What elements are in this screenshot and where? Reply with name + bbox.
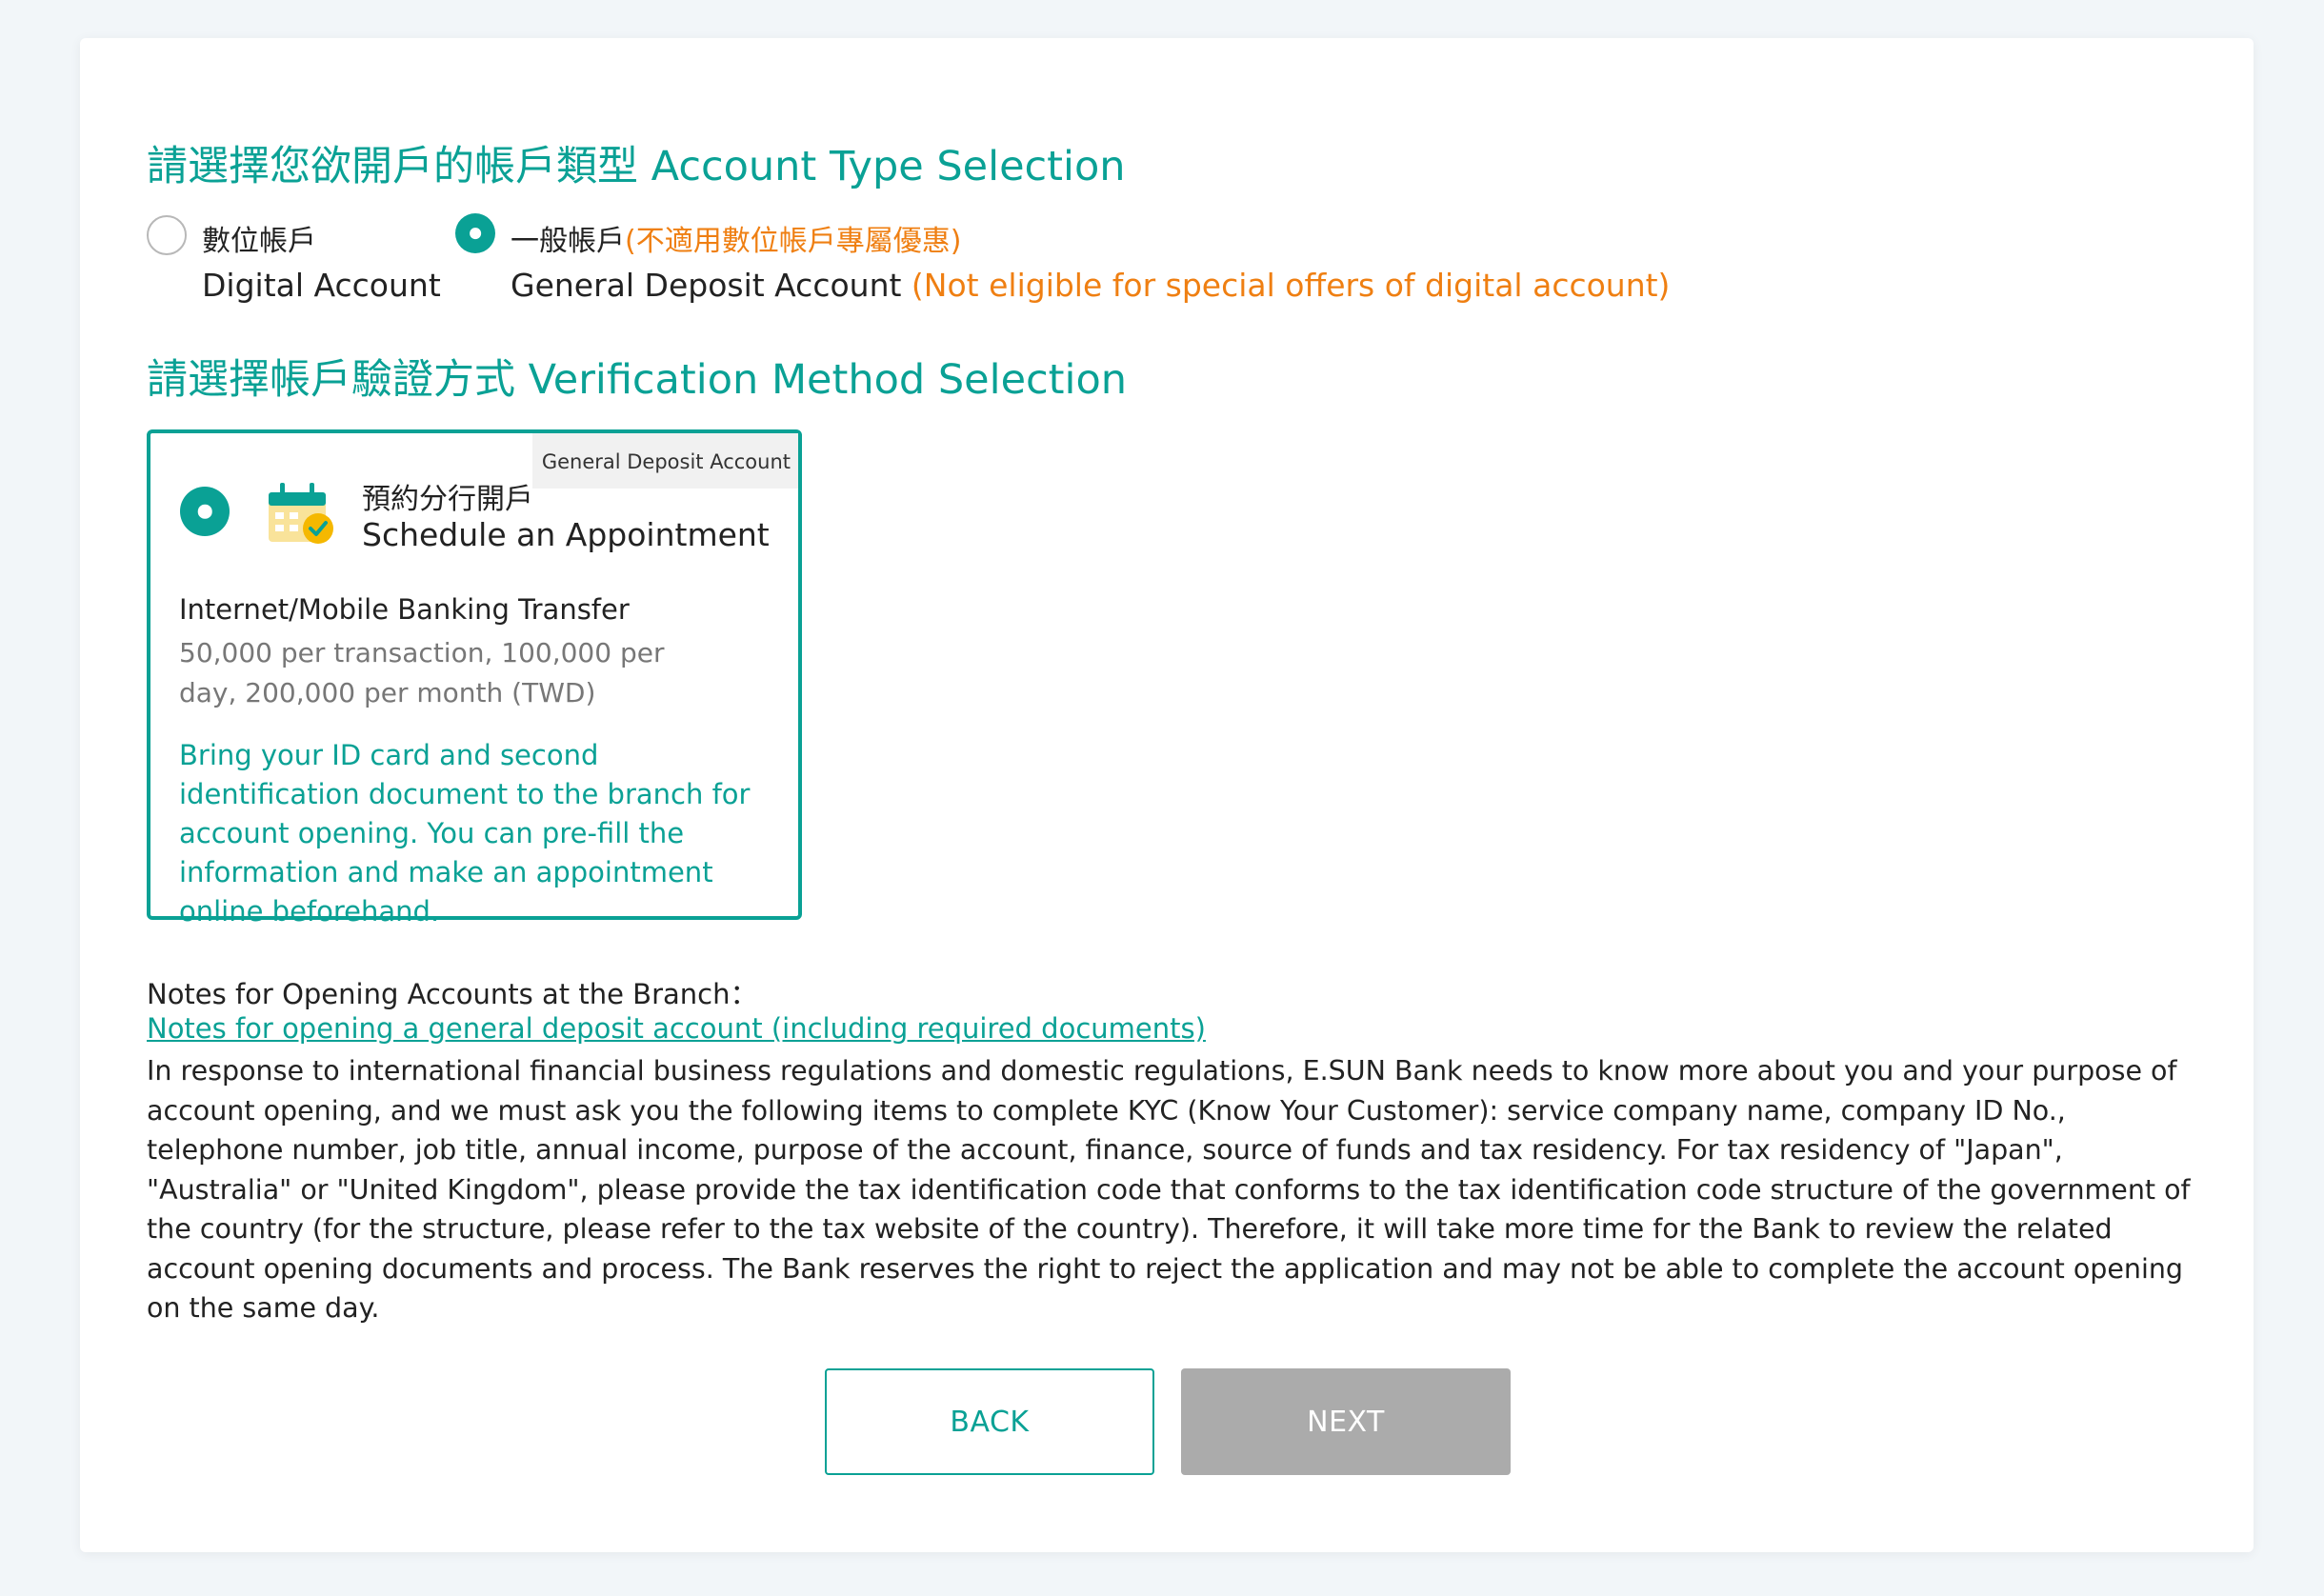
branch-note: Bring your ID card and second identifica… (179, 739, 751, 928)
general-account-zh: 一般帳戶 (511, 225, 625, 258)
calendar-check-icon (269, 483, 333, 544)
method-zh: 預約分行開戶 (362, 483, 533, 516)
account-type-title: 請選擇您欲開戶的帳戶類型 Account Type Selection (147, 143, 1126, 190)
notes-link[interactable]: Notes for opening a general deposit acco… (147, 1012, 1206, 1045)
transfer-limit-title: Internet/Mobile Banking Transfer (179, 593, 630, 626)
digital-account-option[interactable]: 數位帳戶 Digital Account (202, 217, 441, 304)
general-account-option[interactable]: 一般帳戶(不適用數位帳戶專屬優惠) General Deposit Accoun… (511, 217, 1670, 304)
digital-account-radio[interactable] (147, 215, 187, 255)
notes-body: In response to international financial b… (147, 1055, 2191, 1324)
general-account-radio[interactable] (455, 213, 495, 253)
appointment-method-card[interactable]: General Deposit Account 預約分行開戶 Schedule … (147, 429, 802, 928)
method-en: Schedule an Appointment (362, 516, 770, 553)
general-account-en: General Deposit Account (511, 267, 902, 304)
notes-title: Notes for Opening Accounts at the Branch… (147, 978, 758, 1010)
appointment-radio[interactable] (180, 487, 230, 536)
digital-account-zh: 數位帳戶 (202, 225, 316, 258)
method-tag: General Deposit Account (531, 433, 798, 489)
transfer-limit-desc: 50,000 per transaction, 100,000 per day,… (179, 637, 665, 708)
main-card: 請選擇您欲開戶的帳戶類型 Account Type Selection 數位帳戶… (80, 38, 2254, 1552)
general-account-en-note: (Not eligible for special offers of digi… (911, 267, 1671, 304)
general-account-zh-note: (不適用數位帳戶專屬優惠) (625, 225, 962, 258)
verification-title: 請選擇帳戶驗證方式 Verification Method Selection (147, 356, 1128, 404)
back-button[interactable]: BACK (825, 1368, 1154, 1475)
next-button[interactable]: NEXT (1181, 1368, 1511, 1475)
digital-account-en: Digital Account (202, 267, 441, 304)
